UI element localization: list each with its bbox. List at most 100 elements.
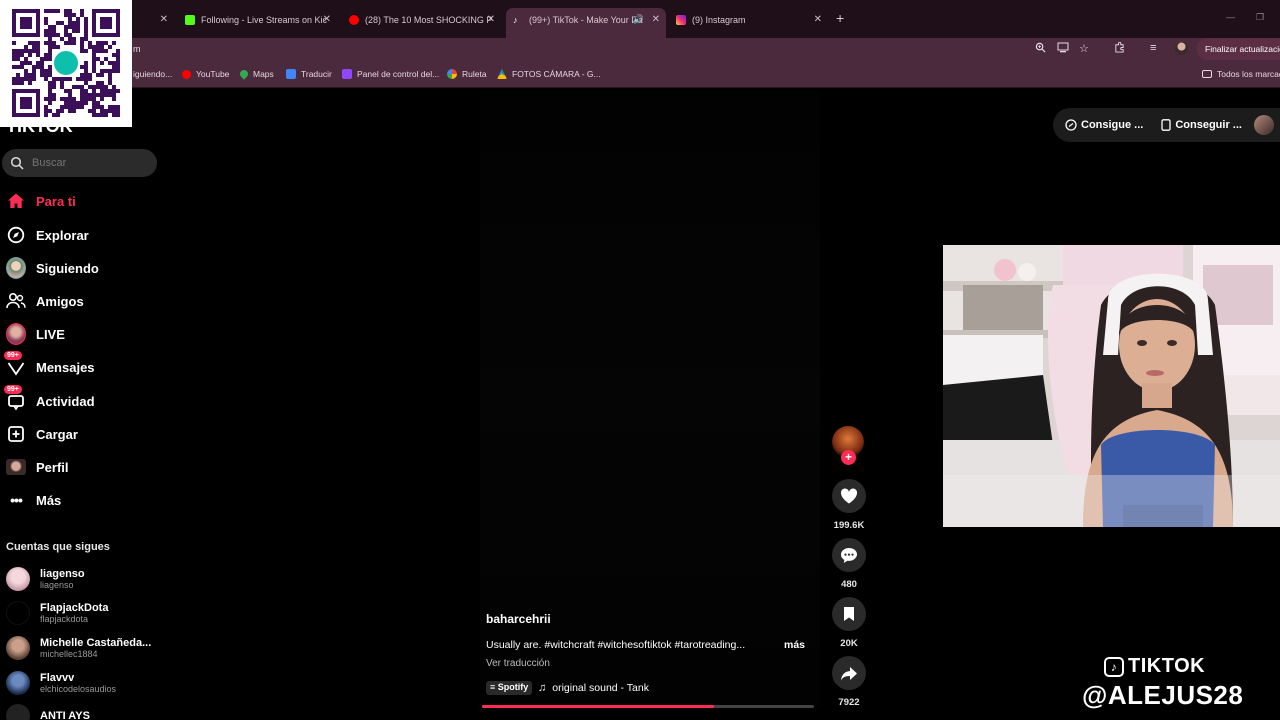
sound-link[interactable]: ♫ original sound - Tank (538, 682, 649, 694)
nav-label: Más (36, 492, 62, 508)
search-input[interactable] (32, 157, 142, 169)
like-button[interactable]: 199.6K (830, 479, 868, 531)
youtube-icon (349, 15, 359, 25)
nav-amigos[interactable]: Amigos (6, 289, 84, 313)
tab-tiktok[interactable]: ♪ (99+) TikTok - Make Your Da 🔊 ✕ (506, 8, 666, 38)
account-name: liagenso (40, 568, 85, 580)
bookmark-star-icon[interactable]: ☆ (1079, 42, 1089, 55)
bookmark-youtube[interactable]: YouTube (182, 69, 229, 79)
finish-update-button[interactable]: Finalizar actualizació (1197, 38, 1280, 60)
close-tab-icon[interactable]: ✕ (487, 14, 495, 25)
music-note-icon: ♫ (538, 682, 547, 694)
followed-account[interactable]: FlapjackDota flapjackdota (6, 601, 108, 625)
close-tab-icon[interactable]: ✕ (652, 14, 660, 25)
get-app-button[interactable]: Conseguir ... (1161, 119, 1242, 131)
spotify-tag[interactable]: ≡ Spotify (486, 681, 533, 695)
reading-list-icon[interactable]: ≡ (1150, 42, 1156, 54)
close-tab-icon[interactable]: ✕ (160, 14, 168, 25)
translate-icon (286, 69, 296, 79)
bookmark-item[interactable]: iguiendo... (133, 69, 172, 79)
see-translation-link[interactable]: Ver traducción (486, 658, 550, 669)
comment-button[interactable]: 480 (830, 538, 868, 590)
comment-icon (841, 547, 857, 563)
close-tab-icon[interactable]: ✕ (323, 14, 331, 25)
cast-icon[interactable] (1057, 42, 1069, 56)
folder-icon (1202, 70, 1212, 78)
new-tab-button[interactable]: + (836, 10, 844, 26)
video-progress-bar[interactable] (482, 705, 814, 708)
share-icon (841, 666, 857, 680)
minimize-icon[interactable]: — (1226, 12, 1235, 22)
account-name: FlapjackDota (40, 602, 109, 614)
live-avatar-icon (6, 323, 26, 345)
followed-account[interactable]: Flavvv elchicodelosaudios (6, 671, 116, 695)
bookmark-twitch-panel[interactable]: Panel de control del... (342, 69, 439, 79)
bookmark-fotos-camara[interactable]: FOTOS CÁMARA - G... (497, 69, 601, 79)
save-button[interactable]: 20K (830, 597, 868, 649)
video-author[interactable]: baharcehrii (486, 612, 551, 626)
followed-account[interactable]: ANTI AYS (6, 704, 90, 720)
bookmark-ruleta[interactable]: Ruleta (447, 69, 487, 79)
qr-code-graphic (12, 9, 120, 117)
speaker-icon[interactable]: 🔊 (633, 14, 644, 25)
nav-mas[interactable]: ••• Más (6, 488, 61, 512)
maximize-icon[interactable]: ❐ (1256, 12, 1264, 23)
nav-label: Cargar (36, 426, 78, 442)
zoom-icon[interactable] (1035, 42, 1046, 56)
search-box[interactable] (2, 149, 157, 177)
notification-badge: 99+ (4, 385, 22, 394)
all-bookmarks-button[interactable]: Todos los marcad (1202, 69, 1280, 79)
nav-mensajes[interactable]: 99+ Mensajes (4, 351, 95, 379)
phone-icon (1161, 119, 1171, 131)
get-coins-button[interactable]: Consigue ... (1065, 119, 1143, 131)
comment-count: 480 (841, 579, 857, 590)
nav-perfil[interactable]: Perfil (6, 455, 69, 479)
coin-icon (1065, 119, 1077, 131)
avatar (6, 636, 30, 660)
instagram-icon (676, 15, 686, 25)
bookmark-traducir[interactable]: Traducir (286, 69, 332, 79)
followed-account[interactable]: Michelle Castañeda... michellec1884 (6, 636, 151, 660)
user-avatar[interactable] (1253, 115, 1274, 135)
streamer-webcam (943, 245, 1280, 527)
nav-live[interactable]: LIVE (6, 322, 65, 346)
bookmark-maps[interactable]: Maps (238, 68, 274, 80)
youtube-icon (182, 69, 191, 79)
address-bar[interactable]: m ☆ ≡ (0, 38, 1280, 62)
kick-icon (185, 15, 195, 25)
twitch-icon (342, 69, 352, 79)
followed-account[interactable]: liagenso liagenso (6, 567, 85, 591)
url-text[interactable]: m (133, 44, 141, 54)
nav-label: Perfil (36, 459, 69, 475)
avatar (6, 601, 30, 625)
messages-icon: 99+ (4, 351, 26, 377)
following-avatar-icon (6, 257, 26, 279)
like-count: 199.6K (833, 520, 865, 531)
nav-para-ti[interactable]: Para ti (6, 189, 76, 213)
tab-title: (99+) TikTok - Make Your Da (529, 15, 643, 25)
tab-youtube[interactable]: (28) The 10 Most SHOCKING P ✕ (349, 8, 497, 32)
profile-avatar-icon[interactable] (1175, 42, 1188, 58)
account-name: ANTI AYS (40, 710, 90, 720)
caption-more-link[interactable]: más (784, 639, 805, 651)
tab-instagram[interactable]: (9) Instagram ✕ (676, 8, 824, 32)
save-count: 20K (840, 638, 858, 649)
nav-siguiendo[interactable]: Siguiendo (6, 256, 99, 280)
nav-explorar[interactable]: Explorar (6, 223, 89, 247)
follow-plus-button[interactable]: + (841, 450, 856, 465)
close-tab-icon[interactable]: ✕ (814, 14, 822, 25)
tab-partial[interactable]: ✕ (140, 8, 170, 32)
nav-actividad[interactable]: 99+ Actividad (4, 385, 95, 413)
share-button[interactable]: 7922 (830, 656, 868, 708)
more-icon: ••• (10, 492, 23, 508)
extensions-icon[interactable] (1114, 41, 1125, 56)
avatar (6, 671, 30, 695)
tab-kick[interactable]: Following - Live Streams on Kic ✕ (185, 8, 333, 32)
profile-avatar-icon (6, 457, 26, 477)
yape-qr-code (0, 0, 132, 127)
bookmark-icon (844, 607, 854, 621)
top-actions: Consigue ... Conseguir ... (1053, 108, 1280, 142)
nav-cargar[interactable]: Cargar (6, 422, 78, 446)
nav-label: Explorar (36, 227, 89, 243)
nav-label: LIVE (36, 326, 65, 342)
